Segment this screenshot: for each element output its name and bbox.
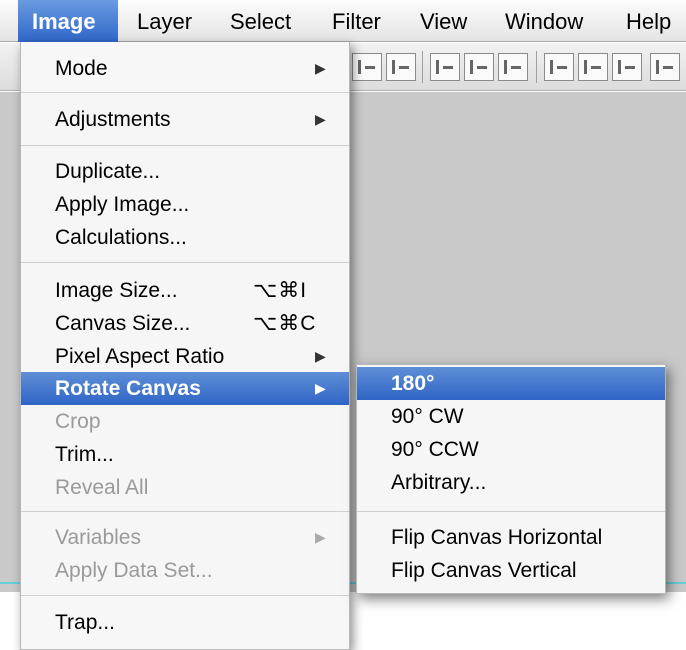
submenu-item-rotate-180[interactable]: 180° — [357, 367, 665, 400]
submenu-item-rotate-90-cw[interactable]: 90° CW — [357, 400, 665, 433]
menu-filter[interactable]: Filter — [332, 0, 381, 42]
menu-bar: Image Layer Select Filter View Window He… — [0, 0, 686, 42]
submenu-arrow-icon: ▶ — [315, 111, 326, 127]
align-left-icon[interactable] — [352, 53, 382, 81]
menu-separator — [21, 262, 349, 263]
menu-layer[interactable]: Layer — [137, 0, 192, 42]
menu-item-reveal-all: Reveal All — [55, 476, 149, 499]
submenu-arrow-icon: ▶ — [315, 60, 326, 76]
distribute-bottom-icon[interactable] — [612, 53, 642, 81]
submenu-arrow-icon: ▶ — [315, 529, 326, 545]
menu-item-label: Canvas Size... — [55, 312, 191, 335]
menu-view[interactable]: View — [420, 0, 467, 42]
menu-item-duplicate[interactable]: Duplicate... — [21, 155, 349, 188]
align-top-icon[interactable] — [430, 53, 460, 81]
align-middle-icon[interactable] — [464, 53, 494, 81]
menu-item-label: Image Size... — [55, 279, 178, 302]
distribute-top-icon[interactable] — [544, 53, 574, 81]
menu-separator — [21, 595, 349, 596]
menu-item-apply-data-set: Apply Data Set... — [55, 559, 213, 582]
toolbar-divider — [536, 51, 537, 83]
submenu-arrow-icon: ▶ — [315, 348, 326, 364]
menu-separator — [21, 511, 349, 512]
keyboard-shortcut: ⌥⌘I — [253, 279, 308, 302]
menu-item-image-size[interactable]: Image Size... ⌥⌘I — [21, 274, 349, 307]
submenu-item-flip-horizontal[interactable]: Flip Canvas Horizontal — [357, 521, 665, 554]
menu-item-canvas-size[interactable]: Canvas Size... ⌥⌘C — [21, 307, 349, 340]
menu-separator — [357, 511, 665, 512]
menu-separator — [21, 145, 349, 146]
menu-item-variables: Variables ▶ — [21, 521, 349, 554]
menu-item-label: Adjustments — [55, 108, 171, 131]
keyboard-shortcut: ⌥⌘C — [253, 312, 317, 335]
menu-item-trim[interactable]: Trim... — [21, 438, 349, 471]
menu-item-mode[interactable]: Mode ▶ — [21, 52, 349, 85]
menu-item-label: Variables — [55, 526, 141, 549]
menu-help[interactable]: Help — [626, 0, 671, 42]
menu-item-pixel-aspect-ratio[interactable]: Pixel Aspect Ratio ▶ — [21, 340, 349, 373]
submenu-item-rotate-90-ccw[interactable]: 90° CCW — [357, 433, 665, 466]
submenu-arrow-icon: ▶ — [315, 380, 326, 396]
menu-window[interactable]: Window — [505, 0, 583, 42]
distribute-left-icon[interactable] — [650, 53, 680, 81]
menu-item-label: Rotate Canvas — [55, 377, 201, 400]
menu-item-label: Mode — [55, 57, 108, 80]
submenu-item-flip-vertical[interactable]: Flip Canvas Vertical — [357, 554, 665, 587]
menu-item-adjustments[interactable]: Adjustments ▶ — [21, 103, 349, 136]
submenu-item-arbitrary[interactable]: Arbitrary... — [357, 466, 665, 499]
menu-item-label: Pixel Aspect Ratio — [55, 345, 225, 368]
menu-item-trap[interactable]: Trap... — [21, 606, 349, 639]
align-right-icon[interactable] — [386, 53, 416, 81]
menu-item-apply-image[interactable]: Apply Image... — [21, 188, 349, 221]
align-bottom-icon[interactable] — [498, 53, 528, 81]
rotate-canvas-submenu: 180° 90° CW 90° CCW Arbitrary... Flip Ca… — [356, 364, 666, 594]
image-menu: Mode ▶ Adjustments ▶ Duplicate... Apply … — [20, 42, 350, 650]
menu-item-crop: Crop — [55, 410, 101, 433]
menu-item-calculations[interactable]: Calculations... — [21, 221, 349, 254]
toolbar-divider — [422, 51, 423, 83]
menu-separator — [21, 92, 349, 93]
menu-image[interactable]: Image — [18, 0, 118, 42]
menu-select[interactable]: Select — [230, 0, 291, 42]
menu-item-rotate-canvas[interactable]: Rotate Canvas ▶ — [21, 372, 349, 405]
distribute-center-icon[interactable] — [578, 53, 608, 81]
